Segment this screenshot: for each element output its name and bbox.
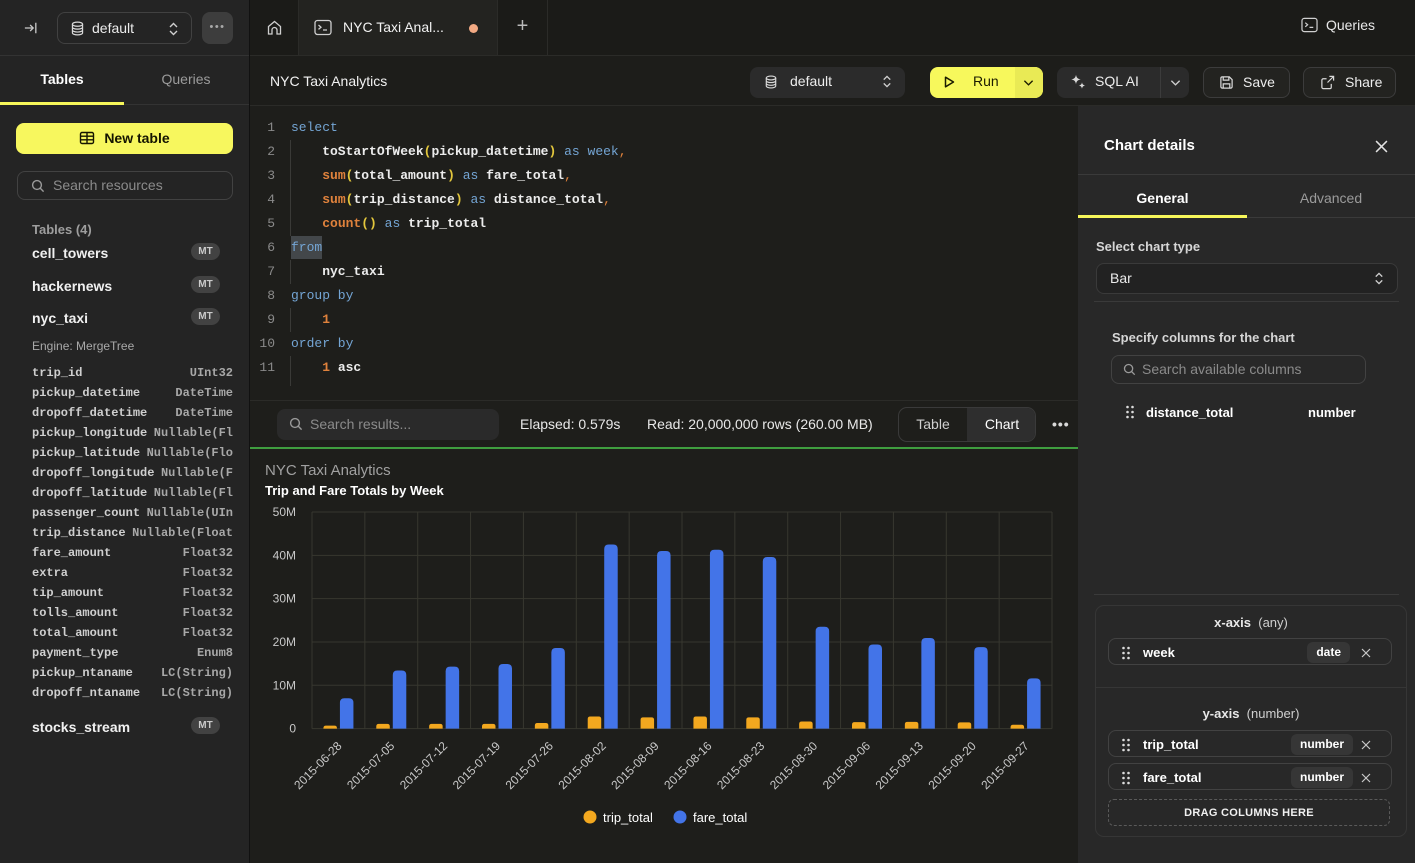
svg-text:fare_total: fare_total [693, 810, 747, 825]
svg-text:10M: 10M [273, 678, 296, 692]
svg-text:2015-07-19: 2015-07-19 [450, 739, 504, 793]
svg-text:2015-09-27: 2015-09-27 [978, 739, 1032, 793]
svg-text:2015-08-09: 2015-08-09 [608, 739, 662, 793]
svg-text:40M: 40M [273, 548, 296, 562]
svg-text:2015-08-23: 2015-08-23 [714, 739, 768, 793]
svg-text:2015-08-02: 2015-08-02 [556, 739, 610, 793]
svg-text:2015-07-26: 2015-07-26 [503, 739, 557, 793]
svg-text:0: 0 [289, 722, 296, 736]
svg-text:2015-08-16: 2015-08-16 [661, 739, 715, 793]
svg-text:2015-09-13: 2015-09-13 [873, 739, 927, 793]
svg-text:trip_total: trip_total [603, 810, 653, 825]
svg-text:2015-09-20: 2015-09-20 [926, 739, 980, 793]
svg-text:30M: 30M [273, 592, 296, 606]
svg-text:2015-06-28: 2015-06-28 [291, 739, 345, 793]
svg-text:2015-08-30: 2015-08-30 [767, 739, 821, 793]
svg-text:2015-07-05: 2015-07-05 [344, 739, 398, 793]
svg-text:50M: 50M [273, 505, 296, 519]
svg-text:20M: 20M [273, 635, 296, 649]
svg-text:2015-09-06: 2015-09-06 [820, 739, 874, 793]
svg-text:2015-07-12: 2015-07-12 [397, 739, 451, 793]
